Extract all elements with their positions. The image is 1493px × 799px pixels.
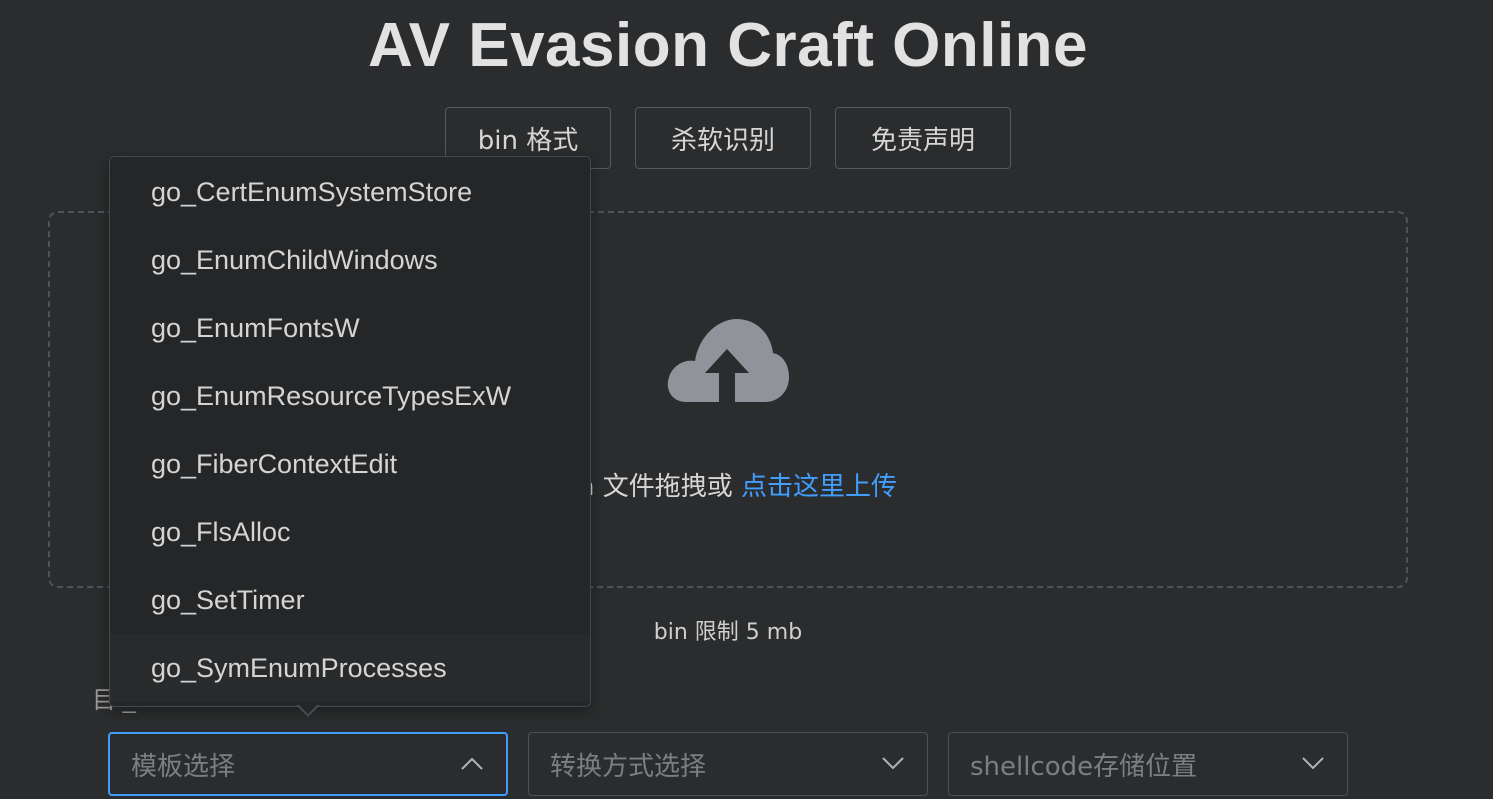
cloud-upload-icon	[665, 313, 789, 414]
dropdown-option[interactable]: go_EnumResourceTypesExW	[110, 362, 590, 430]
convert-select-placeholder: 转换方式选择	[550, 751, 707, 782]
dropdown-pointer-inner	[298, 704, 318, 714]
dropdown-option[interactable]: go_EnumFontsW	[110, 294, 590, 362]
shellcode-storage-select[interactable]: shellcode存储位置	[948, 732, 1348, 796]
dropdown-option[interactable]: go_FiberContextEdit	[110, 430, 590, 498]
chevron-up-icon	[460, 754, 484, 779]
upload-instructions: n 文件拖拽或 点击这里上传	[578, 466, 897, 503]
upload-link[interactable]: 点击这里上传	[741, 472, 897, 502]
disclaimer-button[interactable]: 免责声明	[835, 107, 1011, 169]
dropdown-option[interactable]: go_SetTimer	[110, 566, 590, 634]
template-select-placeholder: 模板选择	[131, 751, 236, 782]
template-dropdown-menu: go_CertEnumSystemStore go_EnumChildWindo…	[109, 156, 591, 707]
dropdown-option[interactable]: go_CertEnumSystemStore	[110, 158, 590, 226]
page-title: AV Evasion Craft Online	[367, 11, 1089, 80]
chevron-down-icon	[1301, 753, 1325, 778]
template-select[interactable]: 模板选择	[108, 732, 508, 796]
dropdown-option[interactable]: go_EnumChildWindows	[110, 226, 590, 294]
convert-method-select[interactable]: 转换方式选择	[528, 732, 928, 796]
av-detect-button[interactable]: 杀软识别	[635, 107, 811, 169]
upload-text-prefix: n 文件拖拽或	[578, 472, 742, 502]
dropdown-option[interactable]: go_SymEnumProcesses	[110, 634, 590, 702]
storage-select-placeholder: shellcode存储位置	[970, 751, 1198, 782]
page: AV Evasion Craft Online bin 格式 杀软识别 免责声明…	[0, 0, 1493, 799]
dropdown-option[interactable]: go_FlsAlloc	[110, 498, 590, 566]
chevron-down-icon	[881, 753, 905, 778]
